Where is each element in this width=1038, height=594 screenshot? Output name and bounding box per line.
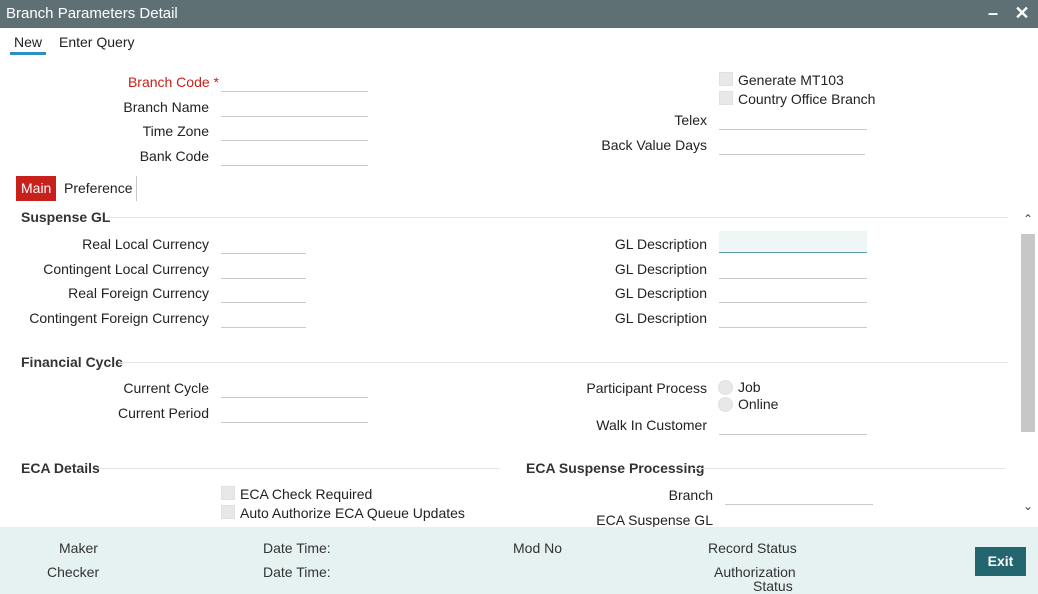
scrollbar-thumb[interactable] <box>1021 234 1035 432</box>
real-local-currency-field[interactable] <box>221 232 306 254</box>
gl-description-label: GL Description <box>614 310 707 326</box>
current-cycle-field[interactable] <box>221 376 368 398</box>
job-radio[interactable] <box>718 380 733 395</box>
eca-details-title: ECA Details <box>21 460 100 476</box>
participant-process-label: Participant Process <box>586 380 707 396</box>
job-radio-label: Job <box>738 379 761 395</box>
window-title: Branch Parameters Detail <box>6 5 178 22</box>
scroll-up-icon[interactable]: ⌃ <box>1020 212 1036 228</box>
record-status-label: Record Status <box>708 540 797 556</box>
telex-field[interactable] <box>719 108 867 130</box>
new-button[interactable]: New <box>10 34 47 55</box>
gl-description-label: GL Description <box>614 261 707 277</box>
auto-authorize-eca-checkbox[interactable] <box>221 505 235 519</box>
eca-suspense-processing-title: ECA Suspense Processing <box>526 460 705 476</box>
walk-in-customer-field[interactable] <box>719 413 867 435</box>
eca-check-required-checkbox[interactable] <box>221 486 235 500</box>
contingent-foreign-currency-field[interactable] <box>221 306 306 328</box>
real-foreign-currency-field[interactable] <box>221 281 306 303</box>
section-divider <box>693 468 1005 469</box>
back-value-days-field[interactable] <box>719 133 865 155</box>
tab-preference[interactable]: Preference <box>59 176 137 201</box>
current-cycle-label: Current Cycle <box>123 380 209 396</box>
audit-footer <box>0 527 1038 594</box>
minimize-icon[interactable]: – <box>982 2 1004 24</box>
back-value-days-label: Back Value Days <box>601 137 707 153</box>
country-office-branch-checkbox[interactable] <box>719 91 733 105</box>
contingent-local-currency-field[interactable] <box>221 257 306 279</box>
title-bar: Branch Parameters Detail – ✕ <box>0 0 1038 28</box>
bank-code-label: Bank Code <box>139 148 209 164</box>
current-period-label: Current Period <box>117 405 209 421</box>
real-foreign-currency-label: Real Foreign Currency <box>68 285 209 301</box>
exit-button[interactable]: Exit <box>975 547 1026 576</box>
gl-description-field[interactable] <box>719 231 867 253</box>
current-period-field[interactable] <box>221 401 368 423</box>
contingent-local-currency-label: Contingent Local Currency <box>43 261 209 277</box>
eca-suspense-gl-label: ECA Suspense GL <box>596 512 713 528</box>
generate-mt103-label: Generate MT103 <box>738 72 844 88</box>
branch-code-field[interactable] <box>221 70 368 92</box>
time-zone-field[interactable] <box>221 119 368 141</box>
branch-name-label: Branch Name <box>123 99 209 115</box>
section-divider <box>107 217 1008 218</box>
financial-cycle-title: Financial Cycle <box>21 354 123 370</box>
generate-mt103-checkbox[interactable] <box>719 72 733 86</box>
real-local-currency-label: Real Local Currency <box>82 236 209 252</box>
country-office-branch-label: Country Office Branch <box>738 91 876 107</box>
required-mark: * <box>213 74 219 90</box>
maker-label: Maker <box>59 540 98 556</box>
bank-code-field[interactable] <box>221 144 368 166</box>
checker-date-time-label: Date Time: <box>263 564 331 580</box>
maker-date-time-label: Date Time: <box>263 540 331 556</box>
auto-authorize-eca-label: Auto Authorize ECA Queue Updates <box>240 505 465 521</box>
telex-label: Telex <box>674 112 707 128</box>
section-divider <box>98 468 500 469</box>
eca-check-required-label: ECA Check Required <box>240 486 373 502</box>
enter-query-button[interactable]: Enter Query <box>59 34 134 50</box>
eca-branch-field[interactable] <box>725 483 873 505</box>
section-divider <box>119 362 1008 363</box>
gl-description-field[interactable] <box>719 306 867 328</box>
mod-no-label: Mod No <box>513 540 563 556</box>
walk-in-customer-label: Walk In Customer <box>596 417 707 433</box>
online-radio[interactable] <box>718 397 733 412</box>
online-radio-label: Online <box>738 396 779 412</box>
time-zone-label: Time Zone <box>142 123 209 139</box>
gl-description-label: GL Description <box>614 285 707 301</box>
contingent-foreign-currency-label: Contingent Foreign Currency <box>29 310 209 326</box>
branch-name-field[interactable] <box>221 95 368 117</box>
gl-description-label: GL Description <box>614 236 707 252</box>
eca-branch-label: Branch <box>668 487 713 503</box>
close-icon[interactable]: ✕ <box>1011 2 1033 24</box>
gl-description-field[interactable] <box>719 257 867 279</box>
authorization-status-label-line2: Status <box>753 578 793 594</box>
checker-label: Checker <box>47 564 100 580</box>
branch-code-label: Branch Code * <box>127 74 219 90</box>
scroll-down-icon[interactable]: ⌄ <box>1020 499 1036 515</box>
tab-divider <box>136 176 137 201</box>
tab-main[interactable]: Main <box>16 176 57 201</box>
gl-description-field[interactable] <box>719 281 867 303</box>
suspense-gl-title: Suspense GL <box>21 209 111 225</box>
